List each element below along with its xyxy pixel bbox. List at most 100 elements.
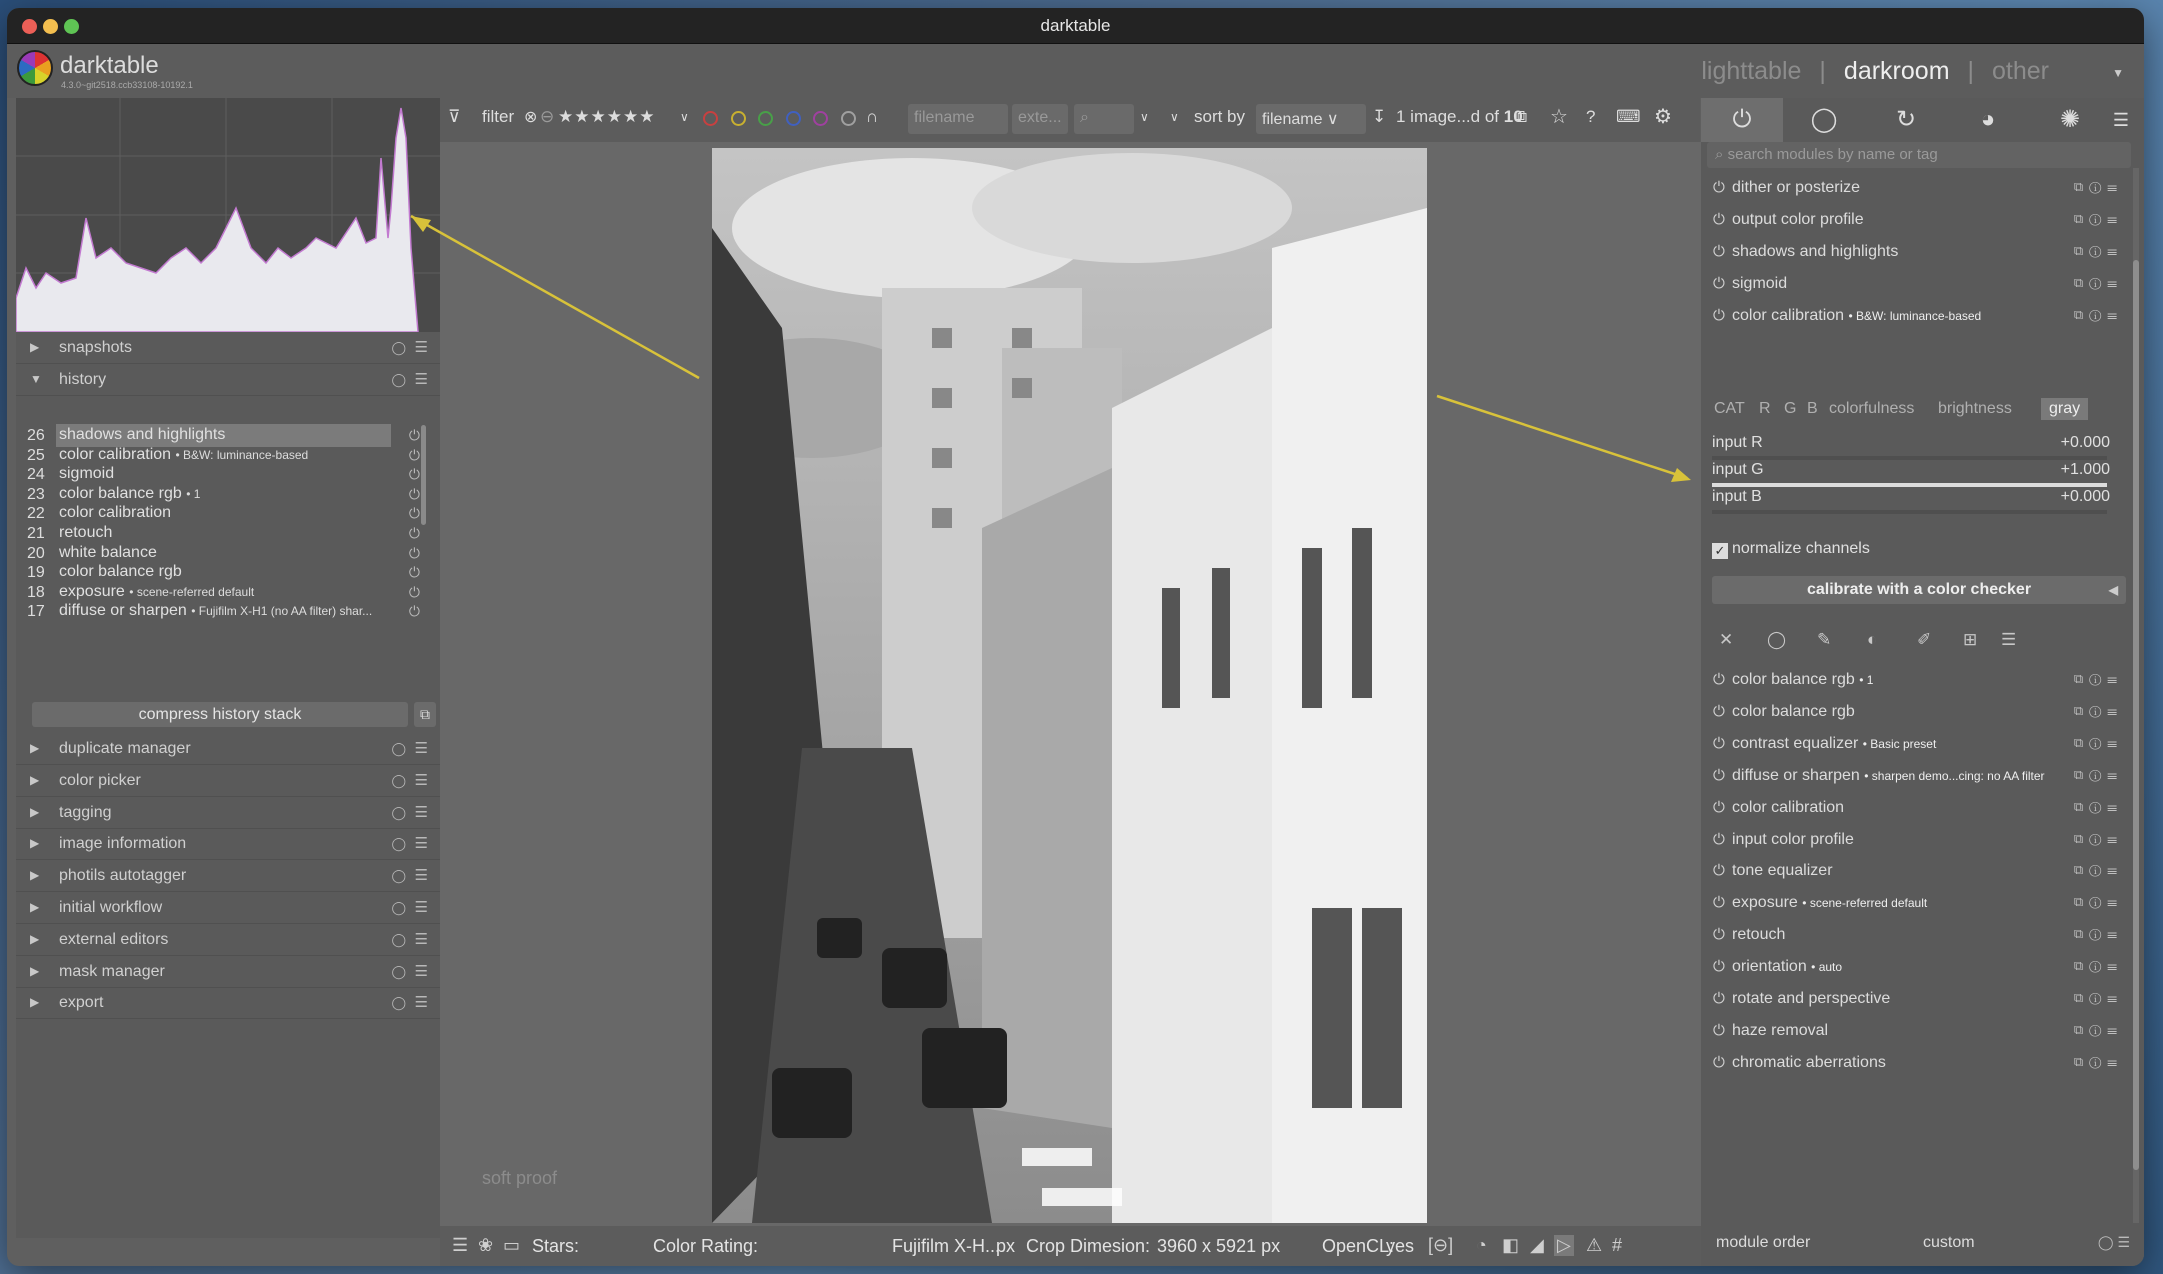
module-orientation[interactable]: ⏻ orientation • auto ⧉ⓘ☰ xyxy=(1701,951,2127,983)
calibrate-color-checker-button[interactable]: calibrate with a color checker ◀ xyxy=(1712,576,2126,604)
focus-peaking-icon[interactable]: [⊖] xyxy=(1428,1235,1453,1256)
module-color-balance-rgb[interactable]: ⏻ color balance rgb • 1 ⧉ⓘ☰ xyxy=(1701,664,2127,696)
module-actions[interactable]: ⧉ⓘ☰ xyxy=(2074,894,2123,910)
tab-brightness[interactable]: brightness xyxy=(1938,400,2012,418)
blend-icon[interactable]: ◐ xyxy=(1867,630,1877,650)
menu-icon[interactable]: ☰ xyxy=(2001,630,2016,650)
module-actions[interactable]: ⧉ⓘ☰ xyxy=(2074,990,2123,1006)
tab-r[interactable]: R xyxy=(1759,400,1771,418)
power-icon[interactable]: ⏻ xyxy=(1713,990,1725,1007)
gamut-check-icon[interactable]: ⚠ xyxy=(1586,1235,1602,1256)
color-assessment-icon[interactable]: ◧ xyxy=(1502,1235,1519,1256)
module-order-value[interactable]: custom xyxy=(1923,1234,1975,1252)
arrow-head xyxy=(1671,468,1691,482)
camera-label: Fujifilm X-H... xyxy=(892,1236,1000,1256)
power-icon[interactable]: ⏻ xyxy=(1713,926,1725,943)
module-actions[interactable]: ⧉ⓘ☰ xyxy=(2074,831,2123,847)
tab-g[interactable]: G xyxy=(1784,400,1796,418)
tab-colorfulness[interactable]: colorfulness xyxy=(1829,400,1914,418)
styles-icon[interactable]: ❀ xyxy=(478,1235,493,1256)
presets-menu-icon[interactable]: ☰ xyxy=(2101,98,2141,142)
module-actions[interactable]: ⧉ⓘ☰ xyxy=(2074,799,2123,815)
module-sigmoid[interactable]: ⏻ sigmoid ⧉ⓘ☰ xyxy=(1701,268,2127,300)
module-actions[interactable]: ⧉ⓘ☰ xyxy=(2074,275,2123,291)
base-group-circle-icon[interactable]: ◯ xyxy=(1783,98,1865,142)
module-shadows-and-highlights[interactable]: ⏻ shadows and highlights ⧉ⓘ☰ xyxy=(1701,236,2127,268)
module-color-calibration[interactable]: ⏻ color calibration • B&W: luminance-bas… xyxy=(1701,300,2127,332)
module-actions[interactable]: ⧉ⓘ☰ xyxy=(2074,1054,2123,1070)
power-icon[interactable]: ⏻ xyxy=(1713,831,1725,848)
slider-input-G[interactable]: input G +1.000 xyxy=(1712,461,2122,487)
softproof-icon[interactable]: ▷ xyxy=(1554,1235,1574,1256)
module-output-color-profile[interactable]: ⏻ output color profile ⧉ⓘ☰ xyxy=(1701,204,2127,236)
power-icon[interactable]: ⏻ xyxy=(1713,703,1725,720)
module-actions[interactable]: ⧉ⓘ☰ xyxy=(2074,767,2123,783)
module-actions[interactable]: ⧉ⓘ☰ xyxy=(2074,735,2123,751)
power-icon[interactable]: ⏻ xyxy=(1713,1054,1725,1071)
module-actions[interactable]: ⧉ⓘ☰ xyxy=(2074,307,2123,323)
module-contrast-equalizer[interactable]: ⏻ contrast equalizer • Basic preset ⧉ⓘ☰ xyxy=(1701,728,2127,760)
bulb-icon[interactable]: ◔ xyxy=(1476,1235,1487,1256)
module-retouch[interactable]: ⏻ retouch ⧉ⓘ☰ xyxy=(1701,919,2127,951)
module-haze-removal[interactable]: ⏻ haze removal ⧉ⓘ☰ xyxy=(1701,1015,2127,1047)
effects-group-icon[interactable]: ✺ xyxy=(2029,98,2111,142)
module-color-calibration[interactable]: ⏻ color calibration ⧉ⓘ☰ xyxy=(1701,792,2127,824)
module-note: • scene-referred default xyxy=(1802,896,1928,911)
modules-scrollbar[interactable] xyxy=(2133,168,2139,1223)
slider-input-R[interactable]: input R +0.000 xyxy=(1712,434,2122,460)
module-chromatic-aberrations[interactable]: ⏻ chromatic aberrations ⧉ⓘ☰ xyxy=(1701,1047,2127,1079)
power-icon[interactable]: ⏻ xyxy=(1713,735,1725,752)
module-diffuse-or-sharpen[interactable]: ⏻ diffuse or sharpen • sharpen demo...ci… xyxy=(1701,760,2127,792)
pencil-icon[interactable]: ✎ xyxy=(1817,630,1831,650)
module-input-color-profile[interactable]: ⏻ input color profile ⧉ⓘ☰ xyxy=(1701,824,2127,856)
module-order-menu-icon[interactable]: ◯ ☰ xyxy=(2098,1234,2130,1251)
module-actions[interactable]: ⧉ⓘ☰ xyxy=(2074,926,2123,942)
tone-group-icon[interactable]: ↻ xyxy=(1865,98,1947,142)
power-icon[interactable]: ⏻ xyxy=(1713,958,1725,975)
guides-icon[interactable]: # xyxy=(1612,1235,1622,1256)
power-icon[interactable]: ⏻ xyxy=(1713,894,1725,911)
module-tone-equalizer[interactable]: ⏻ tone equalizer ⧉ⓘ☰ xyxy=(1701,855,2127,887)
module-dither-or-posterize[interactable]: ⏻ dither or posterize ⧉ⓘ☰ xyxy=(1701,172,2127,204)
active-modules-tab-power-icon[interactable]: ⏻ xyxy=(1701,98,1783,142)
module-rotate-and-perspective[interactable]: ⏻ rotate and perspective ⧉ⓘ☰ xyxy=(1701,983,2127,1015)
tab-gray[interactable]: gray xyxy=(2041,398,2089,420)
module-exposure[interactable]: ⏻ exposure • scene-referred default ⧉ⓘ☰ xyxy=(1701,887,2127,919)
module-actions[interactable]: ⧉ⓘ☰ xyxy=(2074,211,2123,227)
raw-overexposed-icon[interactable]: ◢ xyxy=(1530,1235,1544,1256)
module-tools-bar: ✕ ◯ ✎ ◐ ✐ ⊞ ☰ xyxy=(1701,626,2127,656)
power-icon[interactable]: ⏻ xyxy=(1713,211,1725,228)
module-actions[interactable]: ⧉ⓘ☰ xyxy=(2074,958,2123,974)
module-color-balance-rgb[interactable]: ⏻ color balance rgb ⧉ⓘ☰ xyxy=(1701,696,2127,728)
power-icon[interactable]: ⏻ xyxy=(1713,799,1725,816)
tab-b[interactable]: B xyxy=(1807,400,1818,418)
menu-icon[interactable]: ☰ xyxy=(452,1235,468,1256)
module-search-input[interactable]: ⌕ search modules by name or tag xyxy=(1707,142,2131,168)
slider-input-B[interactable]: input B +0.000 xyxy=(1712,488,2122,514)
slider-track[interactable] xyxy=(1712,510,2107,514)
module-actions[interactable]: ⧉ⓘ☰ xyxy=(2074,1022,2123,1038)
normalize-channels-checkbox[interactable]: ✓ normalize channels xyxy=(1712,540,1870,559)
slider-track[interactable] xyxy=(1712,483,2107,487)
mask-icon[interactable]: ⊞ xyxy=(1963,630,1977,650)
power-icon[interactable]: ⏻ xyxy=(1713,1022,1725,1039)
module-actions[interactable]: ⧉ⓘ☰ xyxy=(2074,703,2123,719)
power-icon[interactable]: ⏻ xyxy=(1713,862,1725,879)
power-icon[interactable]: ⏻ xyxy=(1713,767,1725,784)
power-icon[interactable]: ⏻ xyxy=(1713,671,1725,688)
power-icon[interactable]: ⏻ xyxy=(1713,275,1725,292)
module-actions[interactable]: ⧉ⓘ☰ xyxy=(2074,862,2123,878)
color-group-icon[interactable]: ◕ xyxy=(1947,98,2029,142)
close-icon[interactable]: ✕ xyxy=(1719,630,1733,650)
circle-icon[interactable]: ◯ xyxy=(1767,630,1786,650)
power-icon[interactable]: ⏻ xyxy=(1713,179,1725,196)
module-actions[interactable]: ⧉ⓘ☰ xyxy=(2074,179,2123,195)
brush-icon[interactable]: ✐ xyxy=(1917,630,1931,650)
module-actions[interactable]: ⧉ⓘ☰ xyxy=(2074,243,2123,259)
display-icon[interactable]: ▭ xyxy=(503,1235,520,1256)
power-icon[interactable]: ⏻ xyxy=(1713,307,1725,324)
power-icon[interactable]: ⏻ xyxy=(1713,243,1725,260)
module-actions[interactable]: ⧉ⓘ☰ xyxy=(2074,671,2123,687)
slider-track[interactable] xyxy=(1712,456,2107,460)
tab-cat[interactable]: CAT xyxy=(1714,400,1745,418)
